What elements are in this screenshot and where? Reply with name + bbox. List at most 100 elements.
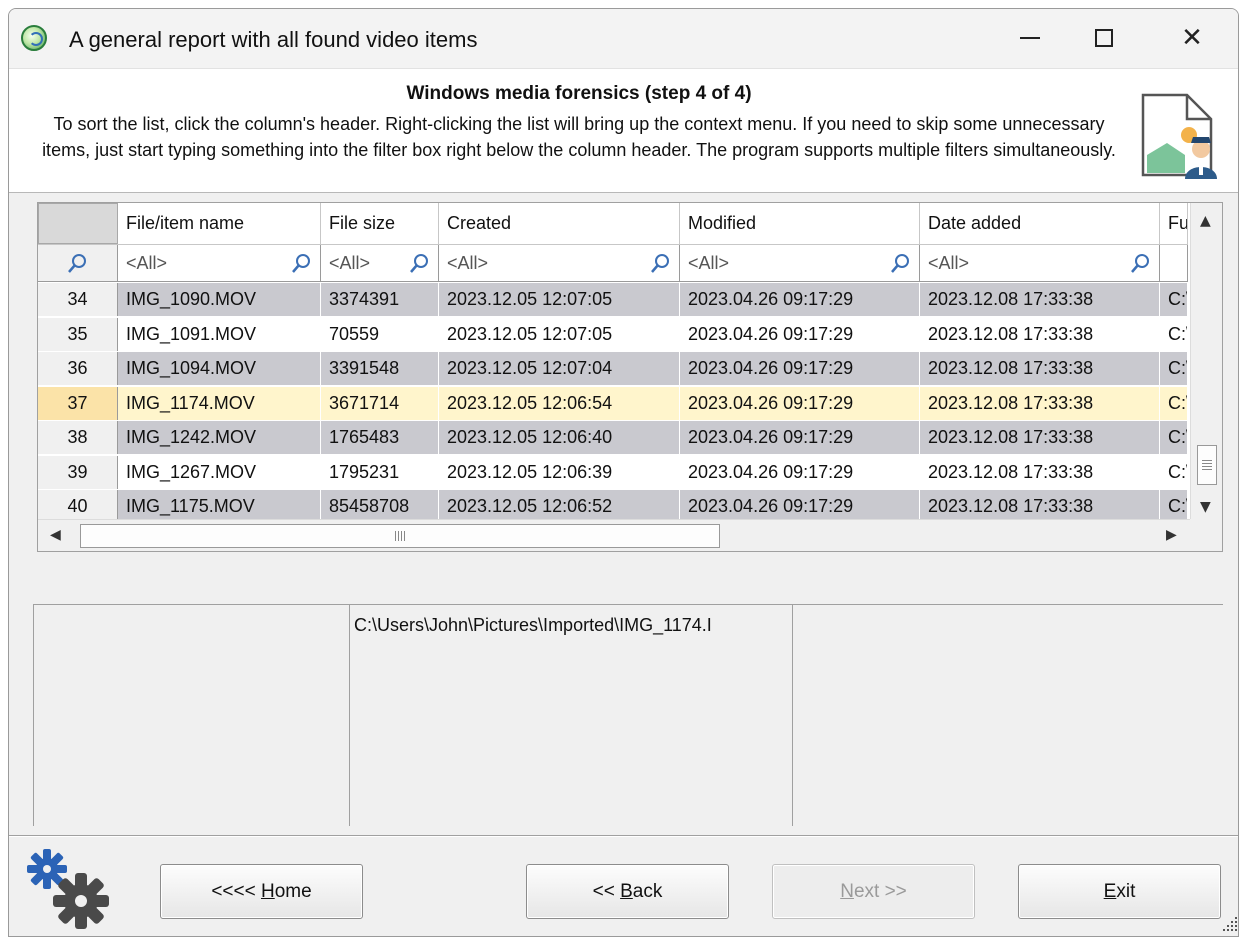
home-button-accel: H bbox=[260, 880, 275, 902]
gears-icon bbox=[27, 849, 109, 929]
cell-date-added: 2023.12.08 17:33:38 bbox=[920, 317, 1160, 351]
maximize-button[interactable] bbox=[1083, 19, 1125, 57]
search-icon bbox=[292, 254, 310, 273]
title-bar[interactable]: A general report with all found video it… bbox=[9, 9, 1238, 69]
exit-button[interactable]: Exit bbox=[1018, 864, 1221, 919]
vertical-scroll-thumb[interactable] bbox=[1197, 445, 1217, 485]
back-button[interactable]: << Back bbox=[526, 864, 729, 919]
cell-full-path: C:\ bbox=[1160, 352, 1188, 385]
cell-full-path: C:\ bbox=[1160, 455, 1188, 489]
step-description: To sort the list, click the column's hea… bbox=[42, 114, 1116, 160]
horizontal-scrollbar[interactable]: ◀ ▶ bbox=[38, 519, 1190, 551]
home-button-rest: ome bbox=[274, 880, 312, 902]
column-header-modified[interactable]: Modified bbox=[680, 203, 920, 244]
column-header-name[interactable]: File/item name bbox=[118, 203, 321, 244]
row-number: 37 bbox=[38, 386, 118, 420]
cell-name: IMG_1242.MOV bbox=[118, 421, 321, 454]
cell-size: 1795231 bbox=[321, 455, 439, 489]
column-header-size[interactable]: File size bbox=[321, 203, 439, 244]
filter-size[interactable]: <All> bbox=[321, 245, 439, 281]
cell-created: 2023.12.05 12:06:40 bbox=[439, 421, 680, 454]
scroll-right-icon[interactable]: ▶ bbox=[1166, 527, 1177, 543]
row-number-header[interactable] bbox=[38, 203, 118, 244]
cell-modified: 2023.04.26 09:17:29 bbox=[680, 283, 920, 316]
scroll-corner bbox=[1190, 519, 1222, 551]
resize-grip-icon[interactable] bbox=[1221, 915, 1239, 933]
cell-size: 3671714 bbox=[321, 386, 439, 420]
results-grid[interactable]: File/item name File size Created Modifie… bbox=[37, 202, 1223, 552]
cell-full-path: C:\ bbox=[1160, 386, 1188, 420]
table-row[interactable]: 35 IMG_1091.MOV 70559 2023.12.05 12:07:05 20… bbox=[38, 317, 1188, 352]
scroll-left-icon[interactable]: ◀ bbox=[50, 527, 61, 543]
cell-size: 1765483 bbox=[321, 421, 439, 454]
cell-size: 3374391 bbox=[321, 283, 439, 316]
row-number: 34 bbox=[38, 283, 118, 316]
cell-modified: 2023.04.26 09:17:29 bbox=[680, 317, 920, 351]
search-icon bbox=[67, 254, 86, 273]
table-row[interactable]: 36 IMG_1094.MOV 3391548 2023.12.05 12:07:04… bbox=[38, 352, 1188, 386]
next-button-rest: ext >> bbox=[853, 880, 907, 902]
cell-name: IMG_1174.MOV bbox=[118, 386, 321, 420]
cell-size: 3391548 bbox=[321, 352, 439, 385]
cell-full-path: C:\ bbox=[1160, 317, 1188, 351]
vertical-scrollbar[interactable]: ▲ ▼ bbox=[1190, 203, 1222, 519]
search-icon bbox=[891, 254, 909, 273]
column-header-date-added[interactable]: Date added bbox=[920, 203, 1160, 244]
home-button[interactable]: <<<< Home bbox=[160, 864, 363, 919]
cell-full-path: C:\ bbox=[1160, 421, 1188, 454]
scroll-down-icon[interactable]: ▼ bbox=[1200, 499, 1211, 515]
next-button[interactable]: Next >> bbox=[772, 864, 975, 919]
row-number: 35 bbox=[38, 317, 118, 351]
row-number: 36 bbox=[38, 352, 118, 385]
table-row[interactable]: 37 IMG_1174.MOV 3671714 2023.12.05 12:06:54… bbox=[38, 386, 1188, 421]
cell-modified: 2023.04.26 09:17:29 bbox=[680, 421, 920, 454]
report-window: A general report with all found video it… bbox=[8, 8, 1239, 937]
filter-size-value: <All> bbox=[329, 252, 371, 273]
horizontal-scroll-thumb[interactable] bbox=[80, 524, 720, 548]
cell-name: IMG_1091.MOV bbox=[118, 317, 321, 351]
cell-created: 2023.12.05 12:07:05 bbox=[439, 317, 680, 351]
window-title: A general report with all found video it… bbox=[69, 27, 478, 52]
filter-row: <All> <All> <All> <All> <All> bbox=[38, 245, 1188, 282]
exit-button-accel: E bbox=[1103, 880, 1117, 902]
cell-date-added: 2023.12.08 17:33:38 bbox=[920, 421, 1160, 454]
column-header-full-path[interactable]: Fu bbox=[1160, 203, 1188, 244]
filter-name[interactable]: <All> bbox=[118, 245, 321, 281]
column-header-created[interactable]: Created bbox=[439, 203, 680, 244]
filter-row-indicator bbox=[38, 245, 118, 281]
cell-modified: 2023.04.26 09:17:29 bbox=[680, 352, 920, 385]
details-panel-right bbox=[792, 604, 1223, 826]
close-button[interactable]: ✕ bbox=[1171, 19, 1213, 57]
filter-created-value: <All> bbox=[447, 252, 489, 273]
row-number: 38 bbox=[38, 421, 118, 454]
cell-name: IMG_1267.MOV bbox=[118, 455, 321, 489]
table-row[interactable]: 39 IMG_1267.MOV 1795231 2023.12.05 12:06:39… bbox=[38, 455, 1188, 490]
cell-created: 2023.12.05 12:07:04 bbox=[439, 352, 680, 385]
app-icon bbox=[21, 25, 47, 51]
close-icon: ✕ bbox=[1181, 23, 1203, 53]
filter-created[interactable]: <All> bbox=[439, 245, 680, 281]
cell-created: 2023.12.05 12:06:39 bbox=[439, 455, 680, 489]
minimize-button[interactable] bbox=[1009, 19, 1051, 57]
table-row[interactable]: 38 IMG_1242.MOV 1765483 2023.12.05 12:06:40… bbox=[38, 421, 1188, 455]
filter-modified-value: <All> bbox=[688, 252, 730, 273]
cell-modified: 2023.04.26 09:17:29 bbox=[680, 386, 920, 420]
search-icon bbox=[651, 254, 669, 273]
cell-name: IMG_1090.MOV bbox=[118, 283, 321, 316]
back-button-accel: B bbox=[620, 880, 633, 902]
cell-full-path: C:\ bbox=[1160, 283, 1188, 316]
grip-icon bbox=[1202, 460, 1212, 470]
cell-created: 2023.12.05 12:06:54 bbox=[439, 386, 680, 420]
cell-name: IMG_1094.MOV bbox=[118, 352, 321, 385]
filter-modified[interactable]: <All> bbox=[680, 245, 920, 281]
scroll-up-icon[interactable]: ▲ bbox=[1200, 213, 1211, 229]
filter-full-path[interactable] bbox=[1160, 245, 1188, 281]
back-button-prefix: << bbox=[592, 880, 621, 902]
filter-date-added[interactable]: <All> bbox=[920, 245, 1160, 281]
row-number: 39 bbox=[38, 455, 118, 489]
search-icon bbox=[1131, 254, 1149, 273]
table-row[interactable]: 34 IMG_1090.MOV 3374391 2023.12.05 12:07:05… bbox=[38, 283, 1188, 317]
selected-file-path: C:\Users\John\Pictures\Imported\IMG_1174… bbox=[354, 615, 712, 635]
next-button-accel: N bbox=[840, 880, 854, 902]
step-title: Windows media forensics (step 4 of 4) bbox=[406, 83, 752, 104]
